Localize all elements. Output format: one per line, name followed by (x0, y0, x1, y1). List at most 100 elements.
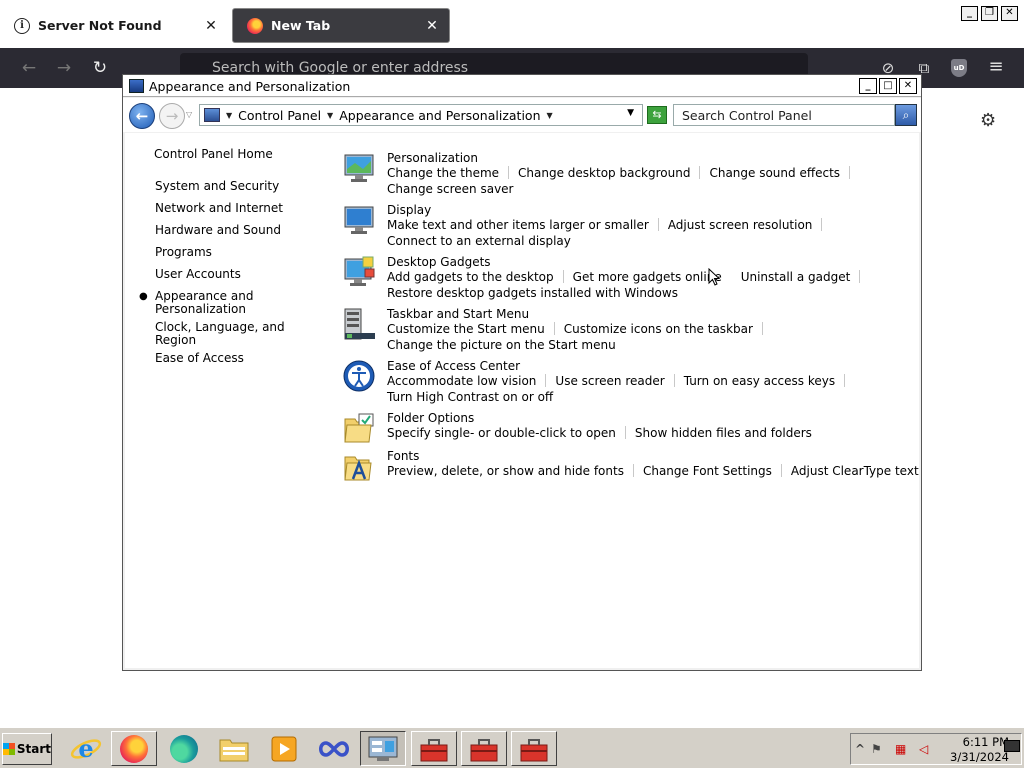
edge-icon[interactable] (161, 731, 207, 766)
link-screen-resolution[interactable]: Adjust screen resolution (668, 218, 813, 232)
reload-icon[interactable]: ↻ (89, 58, 111, 78)
link-customize-start-menu[interactable]: Customize the Start menu (387, 322, 545, 336)
menu-icon[interactable]: ≡ (986, 56, 1006, 77)
sidebar-item-clock-region[interactable]: Clock, Language, and Region (155, 321, 295, 347)
link-change-theme[interactable]: Change the theme (387, 166, 499, 180)
back-button[interactable]: ← (129, 103, 155, 129)
category-title[interactable]: Taskbar and Start Menu (387, 307, 529, 321)
link-cleartype[interactable]: Adjust ClearType text (791, 464, 919, 478)
display-icon[interactable] (343, 203, 377, 237)
category-title[interactable]: Fonts (387, 449, 419, 463)
link-customize-taskbar-icons[interactable]: Customize icons on the taskbar (564, 322, 753, 336)
restore-button[interactable]: ❐ (981, 6, 998, 21)
folder-options-icon[interactable] (343, 411, 377, 445)
minimize-button[interactable]: _ (961, 6, 978, 21)
link-screen-reader[interactable]: Use screen reader (555, 374, 664, 388)
category-links: Customize the Start menu Customize icons … (387, 321, 927, 353)
clock-time[interactable]: 6:11 PM (953, 735, 1009, 749)
window-titlebar[interactable]: Appearance and Personalization _ □ ✕ (123, 75, 921, 97)
chevron-down-icon[interactable]: ▼ (327, 111, 333, 120)
link-uninstall-gadget[interactable]: Uninstall a gadget (741, 270, 851, 284)
tab-close-icon[interactable]: ✕ (204, 18, 218, 34)
network-error-icon[interactable]: ▦ (895, 742, 906, 756)
sidebar-home-link[interactable]: Control Panel Home (154, 147, 273, 161)
breadcrumb-appearance[interactable]: Appearance and Personalization (339, 108, 540, 123)
link-text-size[interactable]: Make text and other items larger or smal… (387, 218, 649, 232)
start-button[interactable]: Start (2, 733, 52, 765)
category-links: Specify single- or double-click to open S… (387, 425, 927, 441)
minimize-button[interactable]: _ (859, 78, 877, 94)
tab-label: Server Not Found (38, 18, 162, 33)
search-input[interactable]: Search Control Panel (673, 104, 895, 126)
link-high-contrast[interactable]: Turn High Contrast on or off (387, 390, 553, 404)
control-panel-content: Control Panel Home System and Security N… (125, 133, 919, 668)
gear-icon[interactable]: ⚙ (980, 110, 996, 131)
history-dropdown-icon[interactable]: ▽ (186, 110, 192, 119)
address-dropdown-icon[interactable]: ▼ (627, 108, 634, 118)
link-preview-fonts[interactable]: Preview, delete, or show and hide fonts (387, 464, 624, 478)
gadgets-icon[interactable] (343, 255, 377, 289)
control-panel-icon[interactable] (360, 731, 406, 766)
sidebar-item-user-accounts[interactable]: User Accounts (155, 268, 241, 281)
fonts-icon[interactable] (343, 449, 377, 483)
internet-explorer-icon[interactable]: e (63, 731, 109, 766)
address-bar[interactable]: ▼ Control Panel ▼ Appearance and Persona… (199, 104, 643, 126)
tab-server-not-found[interactable]: i Server Not Found ✕ (0, 8, 228, 43)
link-font-settings[interactable]: Change Font Settings (643, 464, 772, 478)
close-button[interactable]: ✕ (1001, 6, 1018, 21)
ublock-shield-icon[interactable]: uD (951, 59, 967, 77)
sidebar-item-hardware[interactable]: Hardware and Sound (155, 224, 281, 237)
link-change-desktop-background[interactable]: Change desktop background (518, 166, 690, 180)
personalization-icon[interactable] (343, 151, 377, 185)
file-explorer-icon[interactable] (212, 731, 258, 766)
maximize-button[interactable]: □ (879, 78, 897, 94)
tab-new-tab[interactable]: New Tab ✕ (232, 8, 450, 43)
sidebar-item-programs[interactable]: Programs (155, 246, 212, 259)
link-access-keys[interactable]: Turn on easy access keys (684, 374, 835, 388)
back-arrow-icon[interactable]: ← (18, 58, 40, 78)
firefox-icon[interactable] (111, 731, 157, 766)
close-button[interactable]: ✕ (899, 78, 917, 94)
link-single-double-click[interactable]: Specify single- or double-click to open (387, 426, 616, 440)
link-change-sound-effects[interactable]: Change sound effects (709, 166, 840, 180)
infinity-app-icon[interactable] (311, 731, 357, 766)
browser-tab-strip: i Server Not Found ✕ New Tab ✕ _ ❐ ✕ (0, 0, 1024, 48)
show-hidden-icons-icon[interactable]: ^ (855, 742, 865, 756)
tab-close-icon[interactable]: ✕ (425, 18, 439, 34)
category-title[interactable]: Display (387, 203, 431, 217)
chevron-down-icon[interactable]: ▼ (226, 111, 232, 120)
taskbar-icon[interactable] (343, 307, 377, 341)
media-player-icon[interactable] (261, 731, 307, 766)
toolbox-icon[interactable] (411, 731, 457, 766)
link-add-gadgets[interactable]: Add gadgets to the desktop (387, 270, 554, 284)
volume-muted-icon[interactable]: ◁ (919, 742, 928, 756)
forward-arrow-icon[interactable]: → (53, 58, 75, 78)
link-start-menu-picture[interactable]: Change the picture on the Start menu (387, 338, 616, 352)
action-center-flag-icon[interactable]: ⚑ (871, 742, 882, 756)
category-title[interactable]: Personalization (387, 151, 478, 165)
category-title[interactable]: Desktop Gadgets (387, 255, 491, 269)
refresh-button[interactable]: ⇆ (647, 106, 667, 124)
link-restore-gadgets[interactable]: Restore desktop gadgets installed with W… (387, 286, 678, 300)
chevron-down-icon[interactable]: ▼ (547, 111, 553, 120)
link-get-more-gadgets[interactable]: Get more gadgets online (573, 270, 722, 284)
ease-of-access-icon[interactable] (343, 359, 377, 393)
link-low-vision[interactable]: Accommodate low vision (387, 374, 536, 388)
link-show-hidden-files[interactable]: Show hidden files and folders (635, 426, 812, 440)
category-title[interactable]: Folder Options (387, 411, 474, 425)
sidebar-item-network[interactable]: Network and Internet (155, 202, 283, 215)
toolbox-icon[interactable] (461, 731, 507, 766)
category-title[interactable]: Ease of Access Center (387, 359, 520, 373)
forward-button[interactable]: → (159, 103, 185, 129)
toolbox-icon[interactable] (511, 731, 557, 766)
breadcrumb-control-panel[interactable]: Control Panel (238, 108, 321, 123)
link-external-display[interactable]: Connect to an external display (387, 234, 571, 248)
show-desktop-icon[interactable] (1004, 740, 1020, 752)
sidebar-item-ease-of-access[interactable]: Ease of Access (155, 352, 244, 365)
link-change-screen-saver[interactable]: Change screen saver (387, 182, 514, 196)
taskbar: Start e ^ ⚑ ▦ ◁ 6:11 PM 3/31/2024 (0, 727, 1024, 768)
browser-window-controls: _ ❐ ✕ (961, 6, 1018, 21)
search-icon[interactable]: ⌕ (895, 104, 917, 126)
sidebar-item-system-security[interactable]: System and Security (155, 180, 279, 193)
clock-date[interactable]: 3/31/2024 (945, 750, 1009, 764)
